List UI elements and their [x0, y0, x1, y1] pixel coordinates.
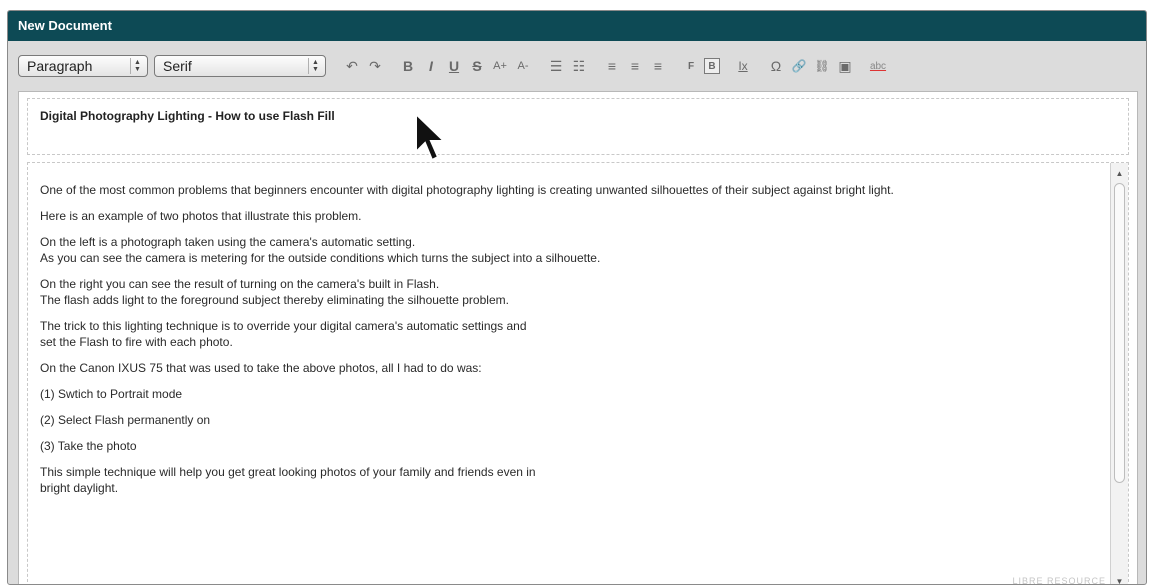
unlink-icon[interactable]: ⛓ — [812, 55, 832, 77]
body-paragraph: (3) Take the photo — [40, 438, 1092, 454]
body-paragraph: This simple technique will help you get … — [40, 464, 1092, 496]
window-title: New Document — [8, 11, 1146, 41]
paragraph-line: Here is an example of two photos that il… — [40, 209, 362, 223]
align-left-icon[interactable]: ≡ — [602, 55, 622, 77]
align-center-icon[interactable]: ≡ — [625, 55, 645, 77]
paragraph-line: (2) Select Flash permanently on — [40, 413, 211, 427]
italic-button[interactable]: I — [421, 55, 441, 77]
paragraph-line: (3) Take the photo — [40, 439, 137, 453]
body-paragraph: On the left is a photograph taken using … — [40, 234, 1092, 266]
paragraph-line: On the Canon IXUS 75 that was used to ta… — [40, 361, 482, 375]
paragraph-line: On the left is a photograph taken using … — [40, 235, 416, 249]
watermark: LIBRE RESOURCE — [1012, 576, 1106, 585]
toolbar: Paragraph ▲ ▼ Serif ▲ ▼ ↶ ↷ B I U S A+ A- … — [8, 41, 1146, 91]
body-editor[interactable]: One of the most common problems that beg… — [27, 162, 1129, 585]
body-paragraph: The trick to this lighting technique is … — [40, 318, 1092, 350]
font-family-value: Serif — [163, 58, 192, 74]
body-content[interactable]: One of the most common problems that beg… — [28, 163, 1118, 496]
bullet-list-icon[interactable]: ☰ — [546, 55, 566, 77]
flash-b-button[interactable]: B — [704, 58, 720, 74]
align-right-icon[interactable]: ≡ — [648, 55, 668, 77]
scroll-up-icon[interactable]: ▲ — [1111, 165, 1128, 181]
body-paragraph: One of the most common problems that beg… — [40, 182, 1092, 198]
paragraph-line: On the right you can see the result of t… — [40, 277, 440, 291]
numbered-list-icon[interactable]: ☷ — [569, 55, 589, 77]
body-paragraph: (2) Select Flash permanently on — [40, 412, 1092, 428]
editor-panel: Digital Photography Lighting - How to us… — [18, 91, 1138, 585]
redo-icon[interactable]: ↷ — [365, 55, 385, 77]
font-family-select[interactable]: Serif ▲ ▼ — [154, 55, 326, 77]
font-bigger-button[interactable]: A+ — [490, 55, 510, 77]
body-paragraph: On the right you can see the result of t… — [40, 276, 1092, 308]
spellcheck-icon[interactable]: abc — [868, 55, 888, 77]
body-paragraph: On the Canon IXUS 75 that was used to ta… — [40, 360, 1092, 376]
scroll-thumb[interactable] — [1114, 183, 1125, 483]
omega-icon[interactable]: Ω — [766, 55, 786, 77]
paragraph-line: One of the most common problems that beg… — [40, 183, 894, 197]
strikethrough-button[interactable]: S — [467, 55, 487, 77]
body-paragraph: Here is an example of two photos that il… — [40, 208, 1092, 224]
bold-button[interactable]: B — [398, 55, 418, 77]
link-icon[interactable]: 🔗 — [789, 55, 809, 77]
undo-icon[interactable]: ↶ — [342, 55, 362, 77]
paragraph-line: bright daylight. — [40, 481, 119, 495]
paragraph-line: As you can see the camera is metering fo… — [40, 251, 601, 265]
paragraph-line: (1) Swtich to Portrait mode — [40, 387, 183, 401]
body-paragraph: (1) Swtich to Portrait mode — [40, 386, 1092, 402]
editor-window: New Document Paragraph ▲ ▼ Serif ▲ ▼ ↶ ↷ B… — [7, 10, 1147, 585]
image-icon[interactable]: ▣ — [835, 55, 855, 77]
mouse-pointer-icon — [415, 112, 447, 162]
paragraph-line: set the Flash to fire with each photo. — [40, 335, 233, 349]
select-arrows-icon: ▲ ▼ — [130, 58, 144, 74]
block-format-select[interactable]: Paragraph ▲ ▼ — [18, 55, 148, 77]
select-arrows-icon: ▲ ▼ — [308, 58, 322, 74]
clear-format-icon[interactable]: Ix — [733, 55, 753, 77]
vertical-scrollbar[interactable]: ▲ ▼ — [1110, 163, 1128, 585]
font-smaller-button[interactable]: A- — [513, 55, 533, 77]
underline-button[interactable]: U — [444, 55, 464, 77]
paragraph-line: This simple technique will help you get … — [40, 465, 536, 479]
scroll-down-icon[interactable]: ▼ — [1111, 573, 1128, 585]
block-format-value: Paragraph — [27, 58, 93, 74]
title-field[interactable]: Digital Photography Lighting - How to us… — [27, 98, 1129, 155]
paragraph-line: The flash adds light to the foreground s… — [40, 293, 509, 307]
flash-f-button[interactable]: F — [681, 55, 701, 77]
paragraph-line: The trick to this lighting technique is … — [40, 319, 527, 333]
